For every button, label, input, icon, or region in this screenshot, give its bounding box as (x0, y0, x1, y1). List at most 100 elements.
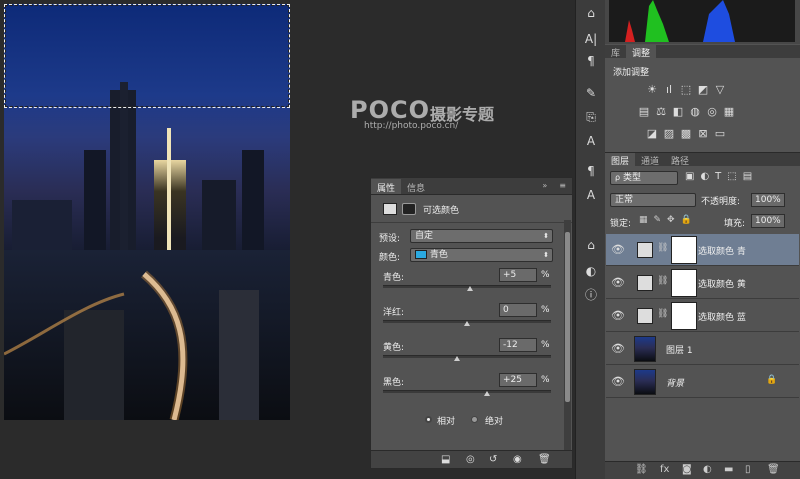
slider-value-input[interactable]: +25 (499, 373, 537, 387)
tab-properties[interactable]: 属性 (371, 179, 402, 194)
slider-thumb[interactable] (454, 356, 460, 361)
fx-icon[interactable]: fx (660, 464, 669, 475)
slider-track[interactable] (383, 390, 551, 393)
type-icon[interactable]: A (581, 186, 601, 204)
properties-scrollbar[interactable] (564, 220, 571, 450)
black-white-icon[interactable]: ◧ (671, 106, 685, 118)
layer-mask-thumbnail[interactable] (671, 269, 697, 297)
slider-value-input[interactable]: 0 (499, 303, 537, 317)
mask-icon[interactable] (402, 203, 416, 215)
hue-saturation-icon[interactable]: ▤ (637, 106, 651, 118)
clip-to-layer-icon[interactable]: ⬓ (441, 454, 450, 465)
delete-icon[interactable]: 🗑 (538, 454, 551, 465)
layer-row[interactable]: 👁 ⛓ 选取颜色 黄 (606, 267, 799, 299)
gradient-map-icon[interactable]: ▭ (713, 128, 727, 140)
panel-menu-icon[interactable]: ≡ (553, 179, 572, 194)
slider-thumb[interactable] (484, 391, 490, 396)
link-layers-icon[interactable]: ⛓ (635, 464, 648, 475)
info-icon[interactable]: ⓘ (581, 286, 601, 304)
visibility-eye-icon[interactable]: 👁 (611, 243, 625, 256)
curves-icon[interactable]: ⬚ (679, 84, 693, 96)
adjust-icon[interactable]: ◐ (581, 262, 601, 280)
selective-color-adj-icon[interactable]: ⊠ (696, 128, 710, 140)
layer-mask-thumbnail[interactable] (671, 302, 697, 330)
marquee-selection[interactable] (4, 4, 290, 108)
color-value: 青色 (429, 250, 448, 260)
adjustment-icons-row-2: ▤ ⚖ ◧ ◍ ◎ ▦ (637, 106, 797, 118)
paragraph-style-icon[interactable]: ¶ (581, 162, 601, 180)
tab-library[interactable]: 库 (605, 45, 626, 59)
tab-info[interactable]: 信息 (401, 179, 431, 194)
color-balance-icon[interactable]: ⚖ (654, 106, 668, 118)
vibrance-icon[interactable]: ▽ (713, 84, 727, 96)
visibility-eye-icon[interactable]: 👁 (611, 309, 625, 322)
threshold-icon[interactable]: ▩ (679, 128, 693, 140)
slider-track[interactable] (383, 355, 551, 358)
photo-filter-icon[interactable]: ◍ (688, 106, 702, 118)
slider-value-input[interactable]: +5 (499, 268, 537, 282)
text-style-icon[interactable]: A (581, 132, 601, 150)
visibility-eye-icon[interactable]: 👁 (611, 276, 625, 289)
layer-filter-value: 类型 (622, 173, 641, 183)
visibility-eye-icon[interactable]: 👁 (611, 342, 625, 355)
tab-layers[interactable]: 图层 (605, 153, 636, 167)
slider-label: 青色: (383, 273, 405, 283)
brush-icon[interactable]: ✎ (581, 84, 601, 102)
color-lookup-icon[interactable]: ▦ (722, 106, 736, 118)
slider-value-input[interactable]: -12 (499, 338, 537, 352)
adjustment-title: 可选颜色 (423, 206, 460, 216)
clone-source-icon[interactable]: ⎘ (581, 108, 601, 126)
slider-thumb[interactable] (467, 286, 473, 291)
invert-icon[interactable]: ◪ (645, 128, 659, 140)
exposure-icon[interactable]: ◩ (696, 84, 710, 96)
layer-row[interactable]: 👁 图层 1 (606, 333, 799, 365)
paragraph-icon[interactable]: ¶ (581, 52, 601, 70)
chevron-down-icon: ⬍ (543, 232, 549, 240)
visibility-eye-icon[interactable]: 👁 (611, 375, 625, 388)
preset-dropdown[interactable]: 自定 ⬍ (410, 229, 553, 243)
lock-label: 锁定: (610, 219, 632, 229)
link-chain-icon[interactable]: ⛓ (657, 276, 668, 286)
stamp-icon[interactable]: ⌂ (581, 4, 601, 22)
color-dropdown[interactable]: 青色 ⬍ (410, 248, 553, 262)
new-adjustment-icon[interactable]: ◐ (703, 464, 712, 475)
layer-row[interactable]: 👁 ⛓ 选取颜色 蓝 (606, 300, 799, 332)
layer-row[interactable]: 👁 ⛓ 选取颜色 青 (606, 234, 799, 266)
properties-panel: 属性 信息 » ≡ 可选颜色 预设: 自定 ⬍ 颜色: 青色 ⬍ 青色: +5 … (370, 177, 573, 469)
posterize-icon[interactable]: ▨ (662, 128, 676, 140)
character-icon[interactable]: A| (581, 30, 601, 48)
watermark-brand: POCO (350, 96, 431, 124)
slider-thumb[interactable] (464, 321, 470, 326)
brightness-icon[interactable]: ☀ (645, 84, 659, 96)
layer-row[interactable]: 👁 背景 🔒 (606, 366, 799, 398)
visibility-icon[interactable]: ◉ (513, 454, 522, 465)
layer-filter-dropdown[interactable]: ρ 类型 (610, 171, 678, 185)
lock-icons[interactable]: ▦✎✥🔒 (639, 215, 698, 225)
fill-input[interactable]: 100% (751, 214, 785, 228)
selective-color-thumb-icon (637, 242, 653, 258)
opacity-input[interactable]: 100% (751, 193, 785, 207)
delete-layer-icon[interactable]: 🗑 (767, 464, 780, 475)
channel-mixer-icon[interactable]: ◎ (705, 106, 719, 118)
new-layer-icon[interactable]: ▯ (745, 464, 751, 475)
levels-icon[interactable]: ıl (662, 84, 676, 96)
blend-mode-dropdown[interactable]: 正常 (610, 193, 696, 207)
collapse-panel-icon[interactable]: » (536, 179, 553, 194)
relative-radio[interactable] (425, 416, 432, 423)
link-chain-icon[interactable]: ⛓ (657, 309, 668, 319)
histogram-panel (605, 0, 800, 44)
new-group-icon[interactable]: ▬ (724, 464, 733, 475)
reset-icon[interactable]: ↺ (489, 454, 497, 465)
add-mask-icon[interactable]: ◙ (682, 464, 692, 475)
link-chain-icon[interactable]: ⛓ (657, 243, 668, 253)
slider-label: 黑色: (383, 378, 405, 388)
absolute-radio[interactable] (471, 416, 478, 423)
tab-paths[interactable]: 路径 (665, 153, 695, 167)
tab-channels[interactable]: 通道 (635, 153, 665, 167)
layer-mask-thumbnail[interactable] (671, 236, 697, 264)
tool-presets-icon[interactable]: ⌂ (581, 236, 601, 254)
tab-adjustments[interactable]: 调整 (626, 45, 657, 59)
search-icon: ρ (615, 173, 621, 182)
view-previous-icon[interactable]: ◎ (466, 454, 475, 465)
layer-filter-icons[interactable]: ▣◐T⬚▤ (685, 171, 795, 182)
